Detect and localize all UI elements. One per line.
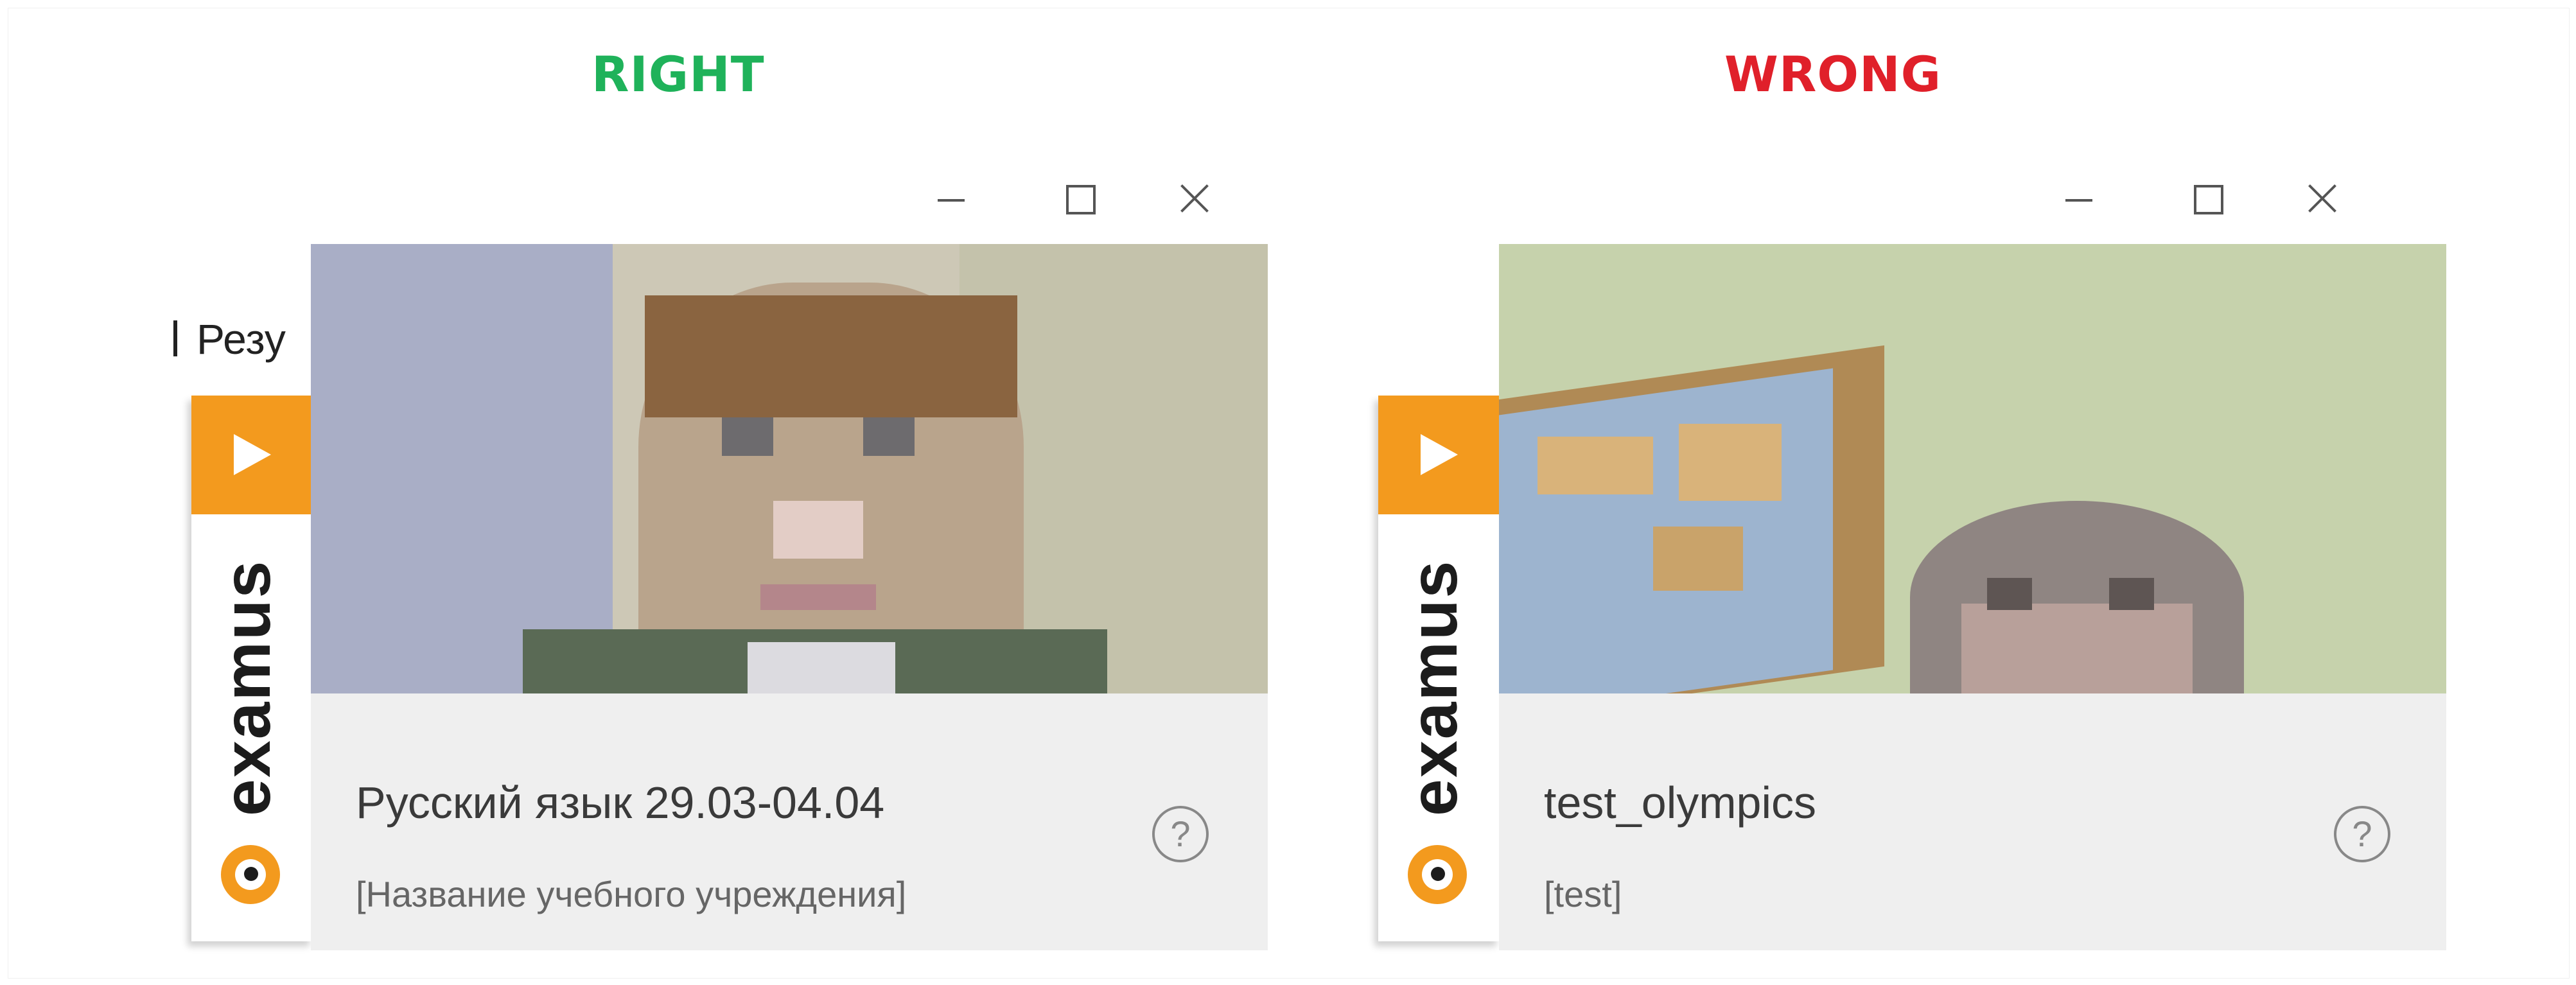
text-cursor [173,320,177,356]
exam-info-panel: test_olympics [test] ? [1499,693,2446,950]
webcam-feed [1499,244,2446,693]
proctor-window-right-example: Резу examus Русский язык 29.03-04.04 [На… [173,161,1278,976]
institution-name: [Название учебного учреждения] [356,874,907,914]
examus-side-tab[interactable]: examus [1378,396,1500,941]
examus-logo-icon [1408,845,1467,904]
minimize-icon[interactable] [931,180,970,218]
caption-wrong: WRONG [1724,46,1941,103]
examus-logo-icon [221,845,280,904]
help-icon[interactable]: ? [2334,806,2390,862]
examus-brand: examus [1397,559,1471,816]
proctor-window-wrong-example: examus test_olympics [test] ? [1365,161,2470,976]
exam-title: test_olympics [1544,778,1817,828]
maximize-icon[interactable] [1060,180,1098,218]
close-icon[interactable] [2303,180,2342,218]
background-label: Резу [197,315,286,363]
play-button[interactable] [1378,396,1500,514]
play-button[interactable] [191,396,313,514]
caption-right: RIGHT [591,46,765,103]
exam-info-panel: Русский язык 29.03-04.04 [Название учебн… [311,693,1268,950]
examus-brand: examus [210,559,285,816]
help-icon[interactable]: ? [1152,806,1209,862]
close-icon[interactable] [1175,180,1214,218]
play-icon [234,434,271,475]
minimize-icon[interactable] [2059,180,2098,218]
institution-name: [test] [1544,874,1622,914]
background-app-text: Резу [173,315,286,363]
examus-side-tab[interactable]: examus [191,396,313,941]
play-icon [1421,434,1458,475]
exam-title: Русский язык 29.03-04.04 [356,778,885,828]
maximize-icon[interactable] [2187,180,2226,218]
webcam-feed [311,244,1268,693]
